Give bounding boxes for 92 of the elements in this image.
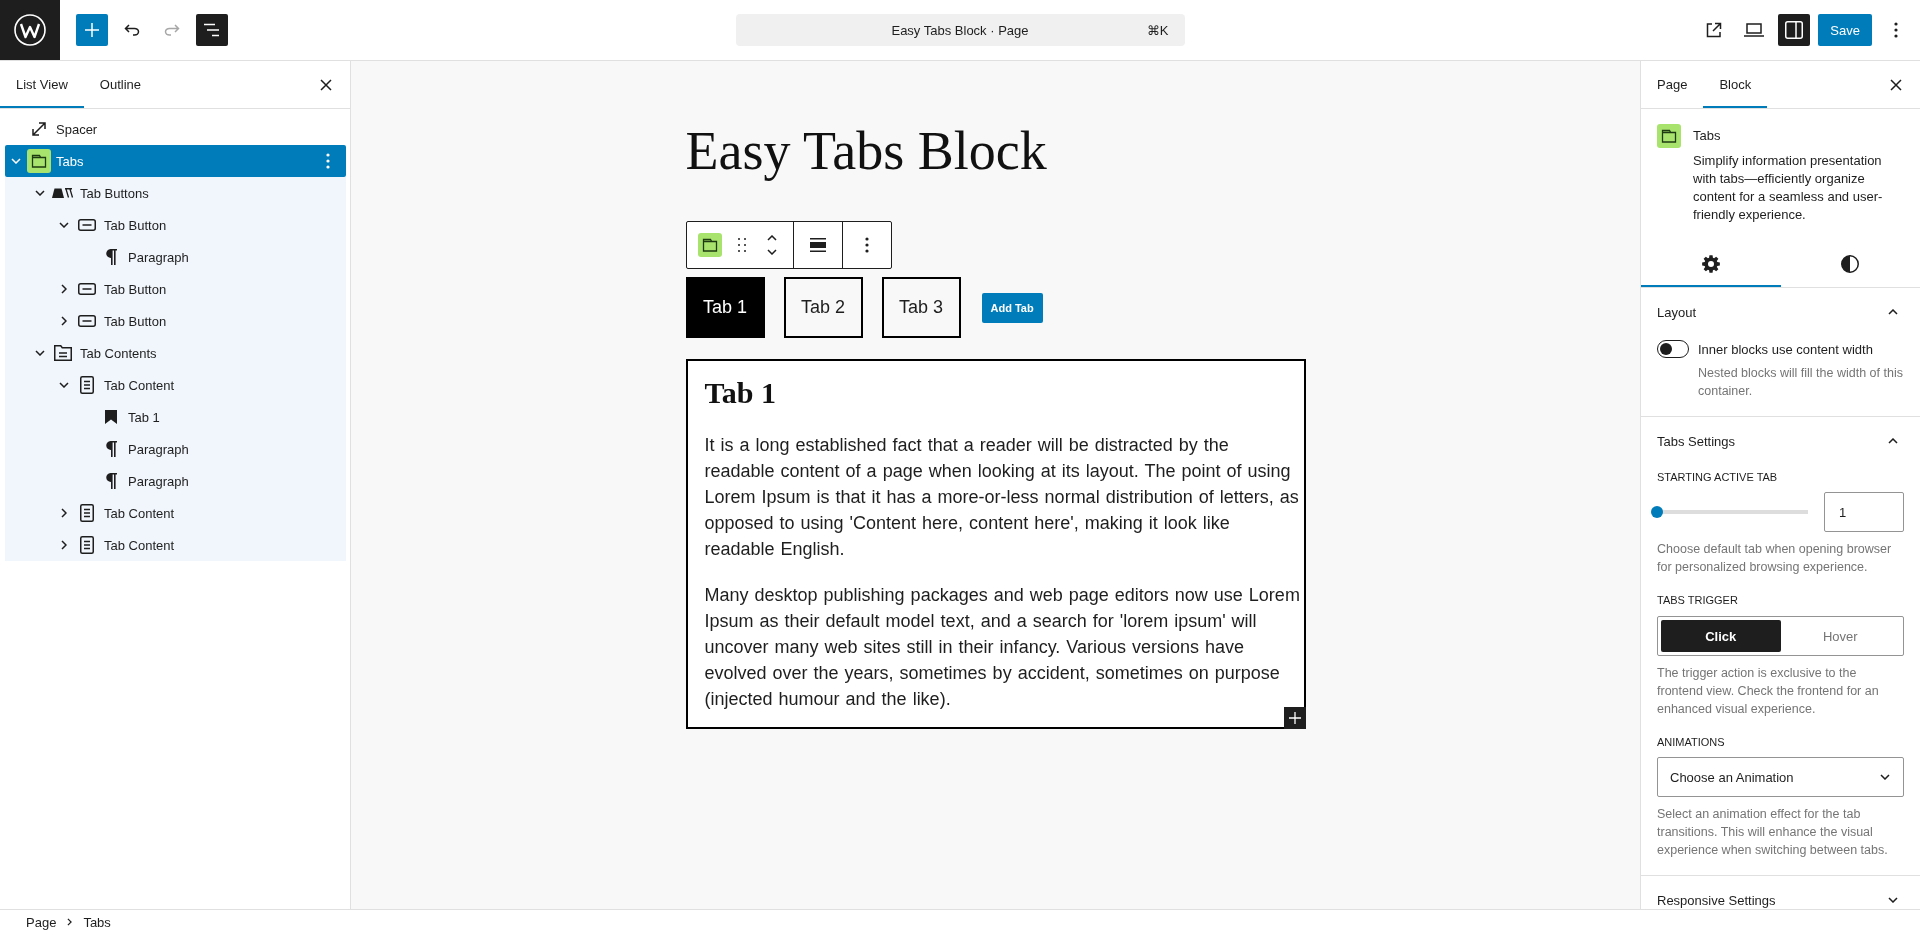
document-icon: [80, 376, 94, 394]
control-label: STARTING ACTIVE TAB: [1657, 470, 1779, 485]
tree-item[interactable]: Paragraph: [5, 465, 346, 497]
tree-item[interactable]: Tab 1: [5, 401, 346, 433]
align-full-width-icon: [809, 238, 826, 252]
number-input[interactable]: 1: [1824, 492, 1904, 532]
folder-icon: [697, 233, 722, 257]
chevron-down-icon: [766, 249, 777, 255]
bookmark-icon: [105, 410, 117, 424]
plus-icon: [85, 23, 99, 37]
close-icon: [320, 78, 332, 91]
heading: Tab 1: [704, 375, 777, 411]
close-icon: [1890, 78, 1902, 91]
tree-item[interactable]: Tab Button: [5, 209, 346, 241]
tree-item[interactable]: Tab Button: [5, 273, 346, 305]
help-text: The trigger action is exclusive to the frontend view. Check the frontend for an enhanced visual experience.: [1657, 665, 1880, 718]
paragraph-icon: [105, 441, 117, 457]
kebab-menu-icon: [864, 237, 869, 253]
block-description: Simplify information presentation with tabs—efficiently organize content for a seamless and user-friendly experience.: [1693, 152, 1884, 224]
tree-item[interactable]: Paragraph: [5, 241, 346, 273]
help-text: Choose default tab when opening browser for personalized browsing experience.: [1657, 541, 1893, 576]
control-label: ANIMATIONS: [1657, 735, 1726, 750]
logo-icon: [14, 14, 46, 46]
settings-button[interactable]: [1778, 14, 1811, 46]
paragraph-icon: [105, 473, 117, 489]
paragraph: It is a long established fact that a reader will be distracted by the readable content of a page when looking at its layout. The point of using Lorem Ipsum is that it has a more-or-less normal distribution of letters, as opposed to using 'Content here, content here', making it look like readable English.: [704, 434, 1300, 561]
add-tab-button[interactable]: Add Tab: [981, 292, 1043, 323]
plus-icon: [1288, 712, 1301, 724]
half-circle-icon: [1841, 254, 1860, 273]
tree-item[interactable]: Spacer: [5, 113, 346, 145]
panel-tab[interactable]: Block: [1703, 61, 1768, 108]
panel-header[interactable]: Layout: [1641, 288, 1920, 336]
tree-item[interactable]: Tab Button: [5, 305, 346, 337]
tab[interactable]: Tab 2: [783, 277, 863, 338]
chevron-down-icon: [1880, 774, 1890, 780]
kebab-menu-icon: [326, 153, 330, 169]
external-link-icon: [1706, 22, 1723, 38]
redo-icon: [164, 24, 180, 36]
tree-item[interactable]: Paragraph: [5, 433, 346, 465]
help-text: Nested blocks will fill the width of this container.: [1698, 365, 1904, 400]
tree-item[interactable]: Tab Content: [5, 497, 346, 529]
tab-strip-icon: [52, 188, 74, 198]
document-icon: [80, 536, 94, 554]
kebab-menu-icon: [1894, 22, 1898, 38]
panel-header[interactable]: Responsive Settings: [1641, 876, 1920, 909]
panel-header[interactable]: Tabs Settings: [1641, 417, 1920, 465]
drag-handle-icon: [737, 238, 746, 252]
block-title: Tabs: [1693, 127, 1722, 145]
keyboard-shortcut: ⌘K: [1146, 22, 1169, 38]
panel-tab[interactable]: Page: [1641, 61, 1704, 108]
folder-icon: [27, 149, 51, 173]
home-button[interactable]: [0, 0, 60, 60]
breadcrumb-item[interactable]: Page: [26, 914, 57, 930]
paragraph-icon: [105, 249, 117, 265]
segment-option[interactable]: Hover: [1780, 620, 1900, 652]
help-text: Select an animation effect for the tab transitions. This will enhance the visual experience when switching between tabs.: [1657, 806, 1889, 859]
tab[interactable]: Tab 3: [881, 277, 961, 338]
resize-arrow-icon: [31, 121, 47, 137]
toggle-label: Inner blocks use content width: [1698, 341, 1873, 357]
breadcrumb-item[interactable]: Tabs: [83, 914, 111, 930]
select-field[interactable]: Choose an Animation: [1657, 757, 1904, 797]
button-icon: [78, 219, 96, 231]
undo-icon: [124, 24, 140, 36]
control-label: TABS TRIGGER: [1657, 593, 1739, 608]
add-block-button[interactable]: [1283, 707, 1306, 729]
chevron-right-icon: [67, 918, 73, 926]
folder-icon: [1657, 124, 1681, 148]
tree-item[interactable]: Tab Contents: [5, 337, 346, 369]
chevron-up-icon: [766, 235, 777, 241]
folder-lines-icon: [54, 345, 72, 361]
panel-tab[interactable]: List View: [0, 61, 84, 108]
segment-option[interactable]: Click: [1661, 620, 1781, 652]
tab[interactable]: Tab 1: [685, 277, 765, 338]
command-bar[interactable]: Easy Tabs Block · Page ⌘K: [735, 14, 1185, 46]
slider-thumb[interactable]: [1651, 506, 1663, 518]
list-view-icon: [203, 23, 221, 37]
button-icon: [78, 283, 96, 295]
sidebar-icon: [1785, 21, 1804, 39]
tree-item[interactable]: Tab Content: [5, 369, 346, 401]
list-view-button[interactable]: [196, 14, 228, 46]
save-button[interactable]: Save: [1818, 14, 1872, 46]
toggle-switch[interactable]: [1657, 340, 1689, 358]
tree-item[interactable]: Tab Content: [5, 529, 346, 561]
settings-icon: [1701, 254, 1720, 273]
button-icon: [78, 315, 96, 327]
panel-tab[interactable]: Outline: [83, 61, 157, 108]
tree-item[interactable]: Tabs: [5, 145, 346, 177]
laptop-icon: [1744, 23, 1765, 37]
page-title: Easy Tabs Block: [685, 120, 1047, 183]
document-icon: [80, 504, 94, 522]
tree-item[interactable]: Tab Buttons: [5, 177, 346, 209]
paragraph: Many desktop publishing packages and web page editors now use Lorem Ipsum as their default model text, and a search for 'lorem ipsum' will uncover many web sites still in their infancy. Various versions have evolved over the years, sometimes by accident, sometimes on purpose (injected humour and the like).: [704, 584, 1301, 711]
